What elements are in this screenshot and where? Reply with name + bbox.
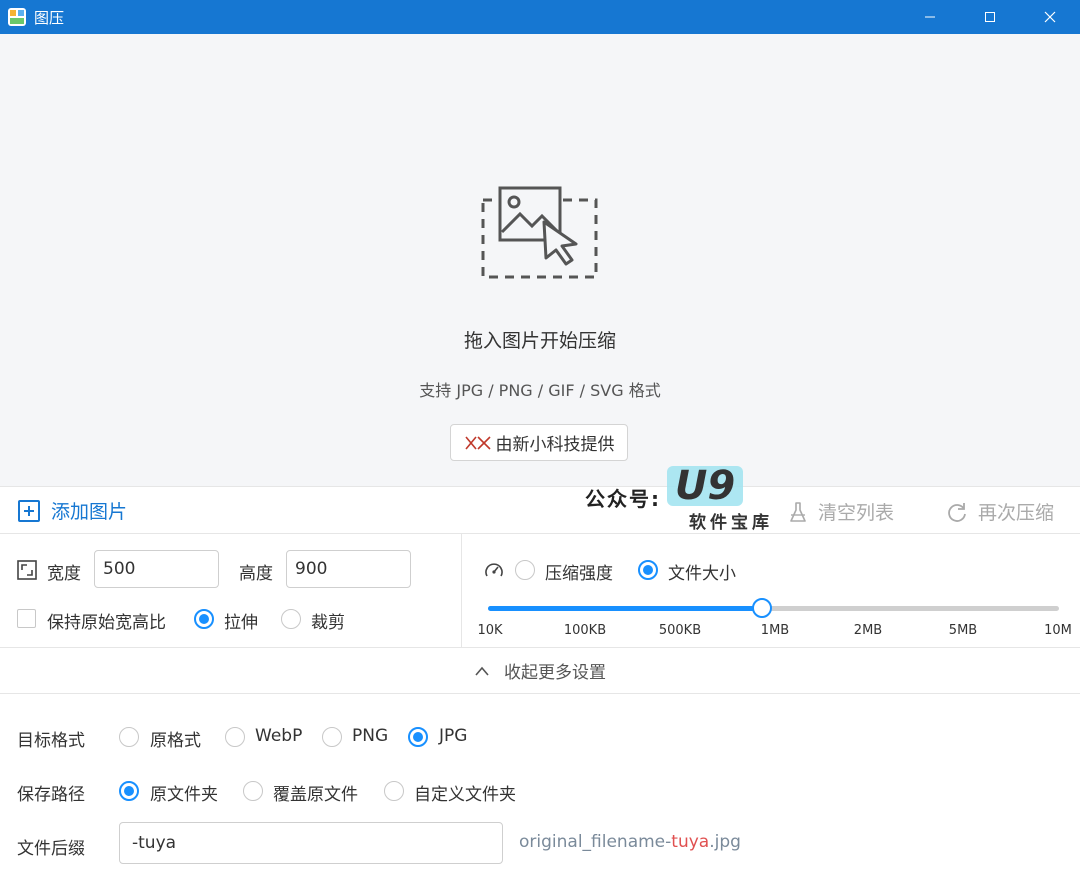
width-input[interactable] bbox=[94, 550, 219, 588]
app-icon bbox=[8, 8, 26, 26]
keep-ratio-label: 保持原始宽高比 bbox=[47, 613, 166, 633]
keep-ratio-checkbox[interactable] bbox=[17, 609, 36, 628]
add-icon bbox=[18, 499, 40, 522]
slider-tick-label: 10M bbox=[1044, 623, 1072, 638]
recompress-button[interactable]: 再次压缩 bbox=[946, 498, 1054, 525]
clear-list-label: 清空列表 bbox=[818, 502, 895, 524]
toolbar: 添加图片 清空列表 再次压缩 bbox=[0, 486, 1080, 534]
suffix-label: 文件后缀 bbox=[17, 839, 85, 859]
minimize-button[interactable] bbox=[900, 0, 960, 34]
drop-title: 拖入图片开始压缩 bbox=[463, 330, 616, 352]
slider-fill bbox=[488, 606, 762, 611]
window-title: 图压 bbox=[34, 8, 65, 27]
save-radio-original-folder[interactable] bbox=[119, 781, 139, 801]
stretch-label: 拉伸 bbox=[224, 613, 258, 633]
file-size-label: 文件大小 bbox=[668, 564, 736, 584]
provider-label: 由新小科技提供 bbox=[495, 435, 615, 455]
file-size-radio[interactable] bbox=[638, 560, 658, 580]
image-drop-icon bbox=[481, 186, 598, 279]
format-radio-png[interactable] bbox=[322, 727, 342, 747]
crop-radio[interactable] bbox=[281, 609, 301, 629]
save-option-overwrite: 覆盖原文件 bbox=[273, 785, 358, 805]
preview-prefix: original_filename- bbox=[519, 832, 672, 852]
supported-formats-text: 支持 JPG / PNG / GIF / SVG 格式 bbox=[419, 381, 661, 400]
broom-icon bbox=[790, 501, 806, 522]
window-controls bbox=[900, 0, 1080, 34]
slider-tick-label: 5MB bbox=[948, 623, 978, 638]
save-radio-overwrite[interactable] bbox=[243, 781, 263, 801]
add-image-button[interactable]: 添加图片 bbox=[18, 497, 127, 524]
filename-preview: original_filename-tuya.jpg bbox=[519, 832, 741, 852]
refresh-icon bbox=[948, 502, 966, 522]
minimize-icon bbox=[925, 16, 935, 18]
chevron-up-icon bbox=[475, 666, 489, 676]
slider-tick-label: 1MB bbox=[760, 623, 790, 638]
suffix-input[interactable] bbox=[119, 822, 503, 864]
resize-settings: 宽度 高度 保持原始宽高比 拉伸 裁剪 bbox=[0, 534, 462, 648]
gauge-icon bbox=[485, 563, 503, 577]
save-option-custom-folder: 自定义文件夹 bbox=[414, 785, 516, 805]
provider-button[interactable]: 由新小科技提供 bbox=[450, 424, 628, 461]
provider-logo-icon bbox=[464, 435, 491, 450]
collapse-settings-button[interactable]: 收起更多设置 bbox=[0, 648, 1080, 694]
title-bar: 图压 bbox=[0, 0, 1080, 34]
preview-extension: .jpg bbox=[709, 832, 741, 852]
compress-strength-radio[interactable] bbox=[515, 560, 535, 580]
compress-strength-label: 压缩强度 bbox=[545, 564, 613, 584]
drop-zone[interactable]: 拖入图片开始压缩 支持 JPG / PNG / GIF / SVG 格式 bbox=[0, 34, 1080, 486]
maximize-button[interactable] bbox=[960, 0, 1020, 34]
slider-handle[interactable] bbox=[752, 598, 772, 618]
height-input[interactable] bbox=[286, 550, 411, 588]
resize-icon bbox=[17, 560, 37, 580]
clear-list-button[interactable]: 清空列表 bbox=[788, 498, 894, 525]
format-option-png: PNG bbox=[352, 726, 389, 746]
file-size-slider[interactable] bbox=[488, 598, 1059, 618]
format-option-webp: WebP bbox=[255, 726, 303, 746]
width-label: 宽度 bbox=[47, 564, 81, 584]
save-option-original-folder: 原文件夹 bbox=[150, 785, 218, 805]
recompress-label: 再次压缩 bbox=[978, 502, 1055, 524]
slider-tick-label: 2MB bbox=[853, 623, 883, 638]
settings-panel: 宽度 高度 保持原始宽高比 拉伸 裁剪 压缩强度 文件大小 bbox=[0, 534, 1080, 648]
format-option-jpg: JPG bbox=[439, 726, 468, 746]
preview-suffix: tuya bbox=[671, 832, 710, 852]
crop-label: 裁剪 bbox=[311, 613, 345, 633]
slider-tick-label: 100KB bbox=[563, 623, 607, 638]
save-path-label: 保存路径 bbox=[17, 785, 85, 805]
format-option-original: 原格式 bbox=[150, 731, 201, 751]
close-button[interactable] bbox=[1020, 0, 1080, 34]
close-icon bbox=[1044, 11, 1056, 23]
height-label: 高度 bbox=[239, 564, 273, 584]
stretch-radio[interactable] bbox=[194, 609, 214, 629]
format-radio-jpg[interactable] bbox=[408, 727, 428, 747]
slider-tick-label: 10K bbox=[477, 623, 503, 638]
add-image-label: 添加图片 bbox=[51, 501, 128, 523]
save-radio-custom-folder[interactable] bbox=[384, 781, 404, 801]
maximize-icon bbox=[985, 12, 995, 22]
format-radio-original[interactable] bbox=[119, 727, 139, 747]
format-radio-webp[interactable] bbox=[225, 727, 245, 747]
slider-tick-label: 500KB bbox=[658, 623, 702, 638]
target-format-label: 目标格式 bbox=[17, 731, 85, 751]
collapse-label: 收起更多设置 bbox=[504, 663, 606, 683]
